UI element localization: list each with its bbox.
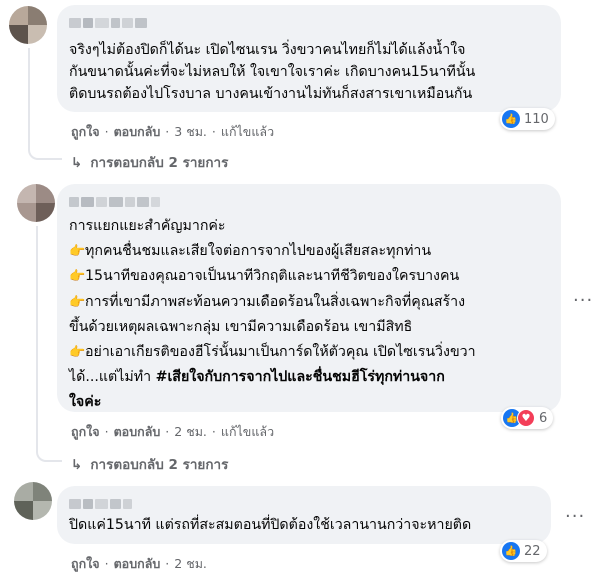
reply-link[interactable]: ตอบกลับ <box>114 124 161 139</box>
more-options-icon[interactable]: ··· <box>565 506 585 527</box>
love-reaction-icon: ♥ <box>517 409 535 427</box>
pointing-hand-icon: 👉 <box>69 243 86 259</box>
like-reaction-icon: 👍 <box>502 110 520 128</box>
author-name-blurred[interactable] <box>69 192 162 207</box>
comment-text: การแยกแยะสำคัญมากค่ะ 👉ทุกคนชื่นชมและเสีย… <box>69 214 476 414</box>
like-reaction-icon: 👍 <box>502 542 520 560</box>
timestamp[interactable]: 3 ชม. <box>174 124 207 139</box>
view-replies-link[interactable]: ↳ การตอบกลับ 2 รายการ <box>71 453 228 475</box>
pointing-hand-icon: 👉 <box>69 344 86 360</box>
hashtag-link[interactable]: #เสียใจกับการจากไปและชื่นชมฮีโร่ทุกท่านจ… <box>156 369 445 385</box>
view-replies-link[interactable]: ↳ การตอบกลับ 2 รายการ <box>71 151 228 173</box>
comment-text: ปิดแค่15นาที แต่รถที่สะสมตอนที่ปิดต้องใช… <box>69 517 472 533</box>
author-name-blurred[interactable] <box>69 494 134 509</box>
reaction-summary[interactable]: 👍 ♥ 6 <box>501 407 554 429</box>
reply-link[interactable]: ตอบกลับ <box>114 424 161 439</box>
comment-text: จริงๆไม่ต้องปิดก็ได้นะ เปิดไซนเรน วิ่งขว… <box>69 42 476 102</box>
avatar[interactable] <box>9 6 47 44</box>
reply-link[interactable]: ตอบกลับ <box>114 556 161 571</box>
hashtag-link-cont[interactable]: ใจค่ะ <box>69 390 476 415</box>
more-options-icon[interactable]: ··· <box>573 290 593 311</box>
comment-bubble: จริงๆไม่ต้องปิดก็ได้นะ เปิดไซนเรน วิ่งขว… <box>57 5 561 112</box>
comment-bubble: การแยกแยะสำคัญมากค่ะ 👉ทุกคนชื่นชมและเสีย… <box>57 184 561 412</box>
reaction-summary[interactable]: 👍 110 <box>500 108 555 130</box>
author-name-blurred[interactable] <box>69 13 149 28</box>
reaction-count: 6 <box>539 410 548 426</box>
edited-label: แก้ไขแล้ว <box>220 424 275 439</box>
reaction-count: 110 <box>524 111 549 127</box>
avatar[interactable] <box>17 184 55 222</box>
like-link[interactable]: ถูกใจ <box>71 556 100 571</box>
timestamp[interactable]: 2 ชม. <box>174 424 207 439</box>
pointing-hand-icon: 👉 <box>69 294 86 310</box>
comment-actions: ถูกใจ · ตอบกลับ · 3 ชม. · แก้ไขแล้ว <box>71 124 275 139</box>
reply-arrow-icon: ↳ <box>71 155 83 171</box>
comment-bubble: ปิดแค่15นาที แต่รถที่สะสมตอนที่ปิดต้องใช… <box>57 486 551 544</box>
like-link[interactable]: ถูกใจ <box>71 124 100 139</box>
reply-arrow-icon: ↳ <box>71 457 83 473</box>
edited-label: แก้ไขแล้ว <box>220 124 275 139</box>
avatar[interactable] <box>14 482 52 520</box>
reaction-summary[interactable]: 👍 22 <box>500 540 547 562</box>
like-link[interactable]: ถูกใจ <box>71 424 100 439</box>
reaction-count: 22 <box>524 543 541 559</box>
pointing-hand-icon: 👉 <box>69 269 86 284</box>
timestamp[interactable]: 2 ชม. <box>174 556 207 571</box>
comment-actions: ถูกใจ · ตอบกลับ · 2 ชม. · แก้ไขแล้ว <box>71 424 275 439</box>
comment-actions: ถูกใจ · ตอบกลับ · 2 ชม. <box>71 556 207 571</box>
